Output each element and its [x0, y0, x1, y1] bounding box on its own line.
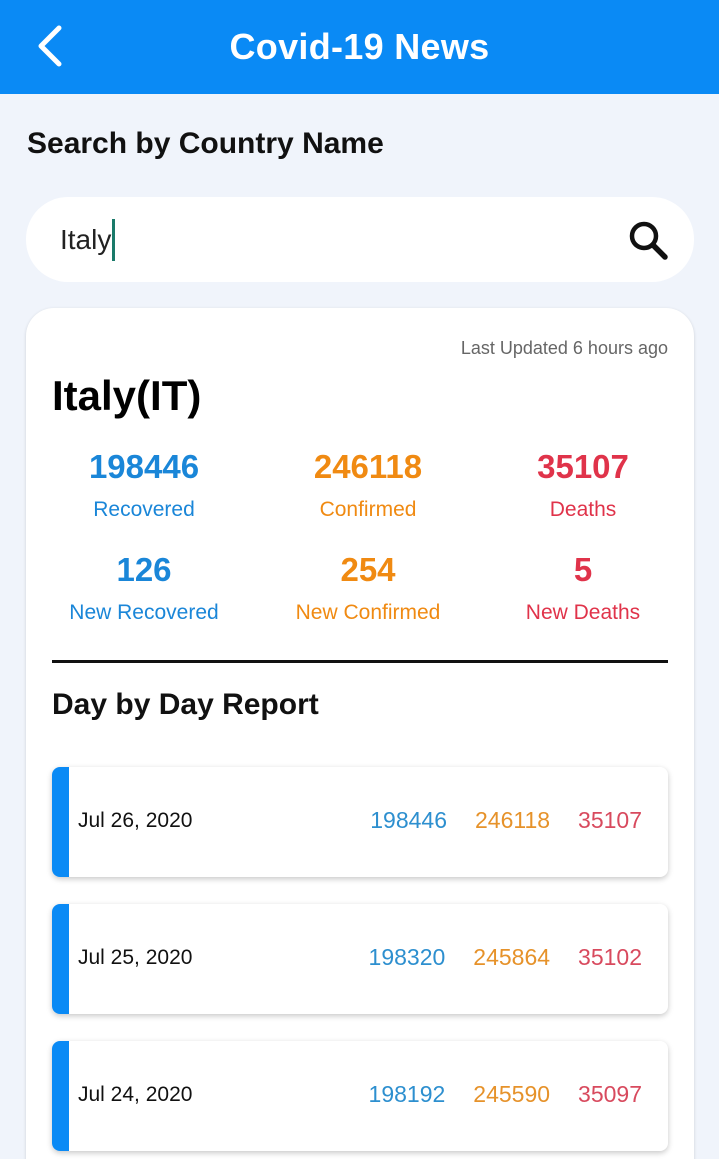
report-values: 198320 245864 35102 [369, 944, 642, 971]
stat-recovered-label: Recovered [93, 498, 195, 521]
stat-confirmed: 246118 Confirmed [258, 448, 478, 522]
search-icon [629, 221, 668, 260]
search-input[interactable]: Italy [60, 218, 624, 261]
stat-new-recovered-value: 126 [116, 551, 172, 588]
stat-deaths: 35107 Deaths [473, 448, 693, 522]
report-row-accent [52, 904, 69, 1014]
stat-deaths-value: 35107 [537, 448, 629, 485]
stat-new-recovered: 126 New Recovered [34, 551, 254, 625]
report-confirmed: 245864 [473, 944, 551, 970]
report-title: Day by Day Report [52, 688, 319, 721]
report-date: Jul 24, 2020 [78, 1083, 193, 1106]
app-bar: Covid-19 News [0, 0, 719, 94]
stat-deaths-label: Deaths [549, 498, 617, 521]
report-confirmed: 246118 [474, 807, 551, 833]
text-caret [112, 218, 116, 261]
stat-new-confirmed: 254 New Confirmed [258, 551, 478, 625]
stat-recovered: 198446 Recovered [34, 448, 254, 522]
stat-new-confirmed-value: 254 [340, 551, 396, 588]
report-row-accent [52, 767, 69, 877]
app-title: Covid-19 News [229, 26, 490, 67]
stat-new-deaths-value: 5 [573, 551, 593, 588]
report-recovered: 198320 [368, 944, 446, 970]
report-deaths: 35097 [578, 1081, 642, 1107]
report-date: Jul 26, 2020 [78, 809, 193, 832]
report-row[interactable]: Jul 26, 2020 198446 246118 35107 [52, 767, 668, 877]
report-values: 198192 245590 35097 [369, 1081, 642, 1108]
search-input-value: Italy [60, 223, 112, 255]
stat-new-recovered-label: New Recovered [69, 601, 219, 624]
search-bar[interactable]: Italy [26, 197, 694, 282]
report-deaths: 35107 [578, 807, 642, 833]
search-button[interactable] [624, 216, 672, 264]
report-row[interactable]: Jul 25, 2020 198320 245864 35102 [52, 904, 668, 1014]
report-confirmed: 245590 [473, 1081, 551, 1107]
chevron-left-icon [38, 25, 62, 67]
report-date: Jul 25, 2020 [78, 946, 193, 969]
report-row[interactable]: Jul 24, 2020 198192 245590 35097 [52, 1041, 668, 1151]
stat-new-confirmed-label: New Confirmed [295, 601, 441, 624]
stat-confirmed-label: Confirmed [319, 498, 417, 521]
report-recovered: 198446 [370, 807, 447, 833]
divider [52, 660, 668, 663]
stat-new-deaths: 5 New Deaths [473, 551, 693, 625]
report-recovered: 198192 [368, 1081, 446, 1107]
report-row-accent [52, 1041, 69, 1151]
report-deaths: 35102 [578, 944, 642, 970]
back-button[interactable] [28, 24, 72, 68]
report-values: 198446 246118 35107 [370, 807, 642, 834]
stat-recovered-value: 198446 [88, 448, 200, 485]
search-heading: Search by Country Name [27, 127, 384, 160]
country-card: Last Updated 6 hours ago Italy(IT) 19844… [26, 308, 694, 1159]
last-updated-text: Last Updated 6 hours ago [460, 338, 668, 358]
stat-new-deaths-label: New Deaths [525, 601, 641, 624]
country-name: Italy(IT) [52, 372, 202, 419]
stat-confirmed-value: 246118 [313, 448, 423, 485]
